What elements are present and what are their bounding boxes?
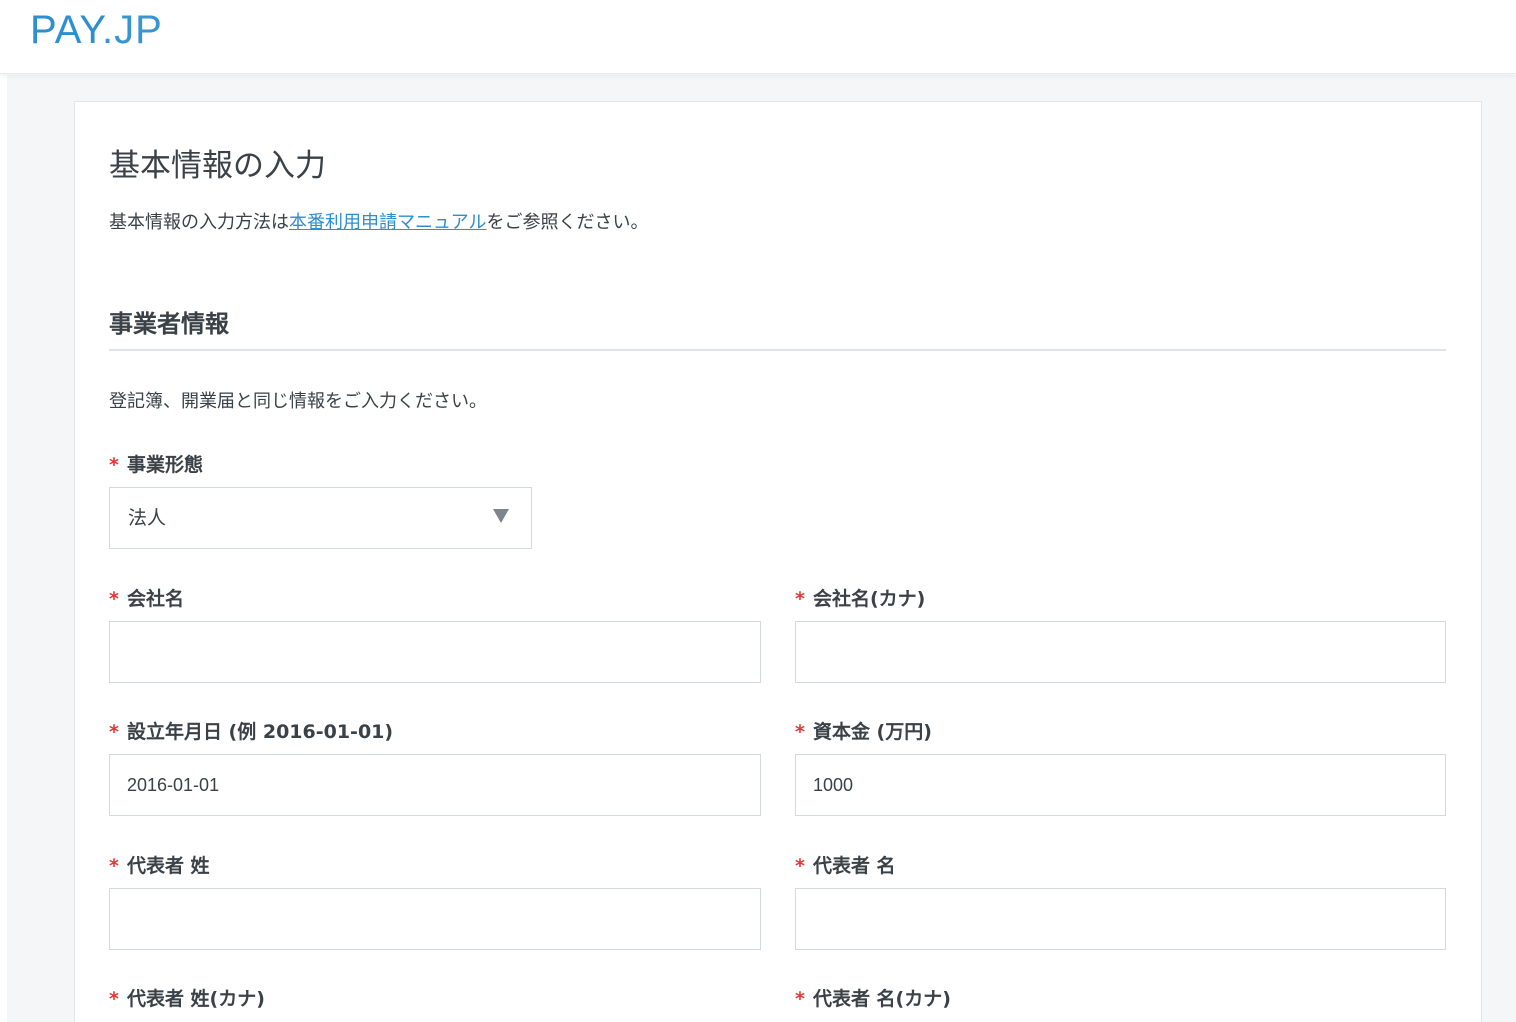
intro-prefix: 基本情報の入力方法は xyxy=(109,212,289,233)
required-mark: * xyxy=(795,588,805,610)
manual-link[interactable]: 本番利用申請マニュアル xyxy=(289,212,486,233)
company-name-label: * 会社名 xyxy=(109,587,184,611)
founded-date-label-text: 設立年月日 (例 2016-01-01) xyxy=(126,721,394,743)
capital-input[interactable] xyxy=(795,754,1446,816)
section-divider xyxy=(109,349,1446,351)
dropdown-arrow-icon xyxy=(493,509,509,523)
logo-text-pay: PAY xyxy=(30,8,102,52)
rep-first-name-label: * 代表者 名 xyxy=(795,854,896,878)
required-mark: * xyxy=(109,588,119,610)
required-mark: * xyxy=(109,721,119,743)
business-type-selected-value: 法人 xyxy=(128,507,167,529)
company-name-kana-input[interactable] xyxy=(795,621,1446,683)
rep-first-name-input[interactable] xyxy=(795,888,1446,950)
intro-suffix: をご参照ください。 xyxy=(486,212,649,233)
required-mark: * xyxy=(109,454,119,476)
intro-text: 基本情報の入力方法は本番利用申請マニュアルをご参照ください。 xyxy=(109,211,648,235)
rep-last-name-input[interactable] xyxy=(109,888,761,950)
required-mark: * xyxy=(795,721,805,743)
rep-first-name-kana-label: * 代表者 名(カナ) xyxy=(795,987,951,1011)
company-name-input[interactable] xyxy=(109,621,761,683)
rep-last-name-label: * 代表者 姓 xyxy=(109,854,210,878)
required-mark: * xyxy=(795,855,805,877)
rep-first-name-label-text: 代表者 名 xyxy=(812,855,896,877)
founded-date-input[interactable] xyxy=(109,754,761,816)
top-bar: PAY.JP xyxy=(0,0,1516,74)
capital-label: * 資本金 (万円) xyxy=(795,720,932,744)
company-name-label-text: 会社名 xyxy=(126,588,184,610)
logo-text-jp: .JP xyxy=(101,8,163,52)
business-type-label: * 事業形態 xyxy=(109,453,203,477)
section-description: 登記簿、開業届と同じ情報をご入力ください。 xyxy=(109,391,487,412)
company-name-kana-label-text: 会社名(カナ) xyxy=(812,588,926,610)
payjp-logo[interactable]: PAY.JP xyxy=(30,8,163,52)
company-name-kana-label: * 会社名(カナ) xyxy=(795,587,925,611)
required-mark: * xyxy=(109,855,119,877)
capital-label-text: 資本金 (万円) xyxy=(812,721,932,743)
business-type-select[interactable]: 法人 xyxy=(109,487,532,549)
business-type-label-text: 事業形態 xyxy=(126,454,203,476)
page-title: 基本情報の入力 xyxy=(109,148,326,184)
rep-last-name-kana-label: * 代表者 姓(カナ) xyxy=(109,987,265,1011)
required-mark: * xyxy=(795,988,805,1010)
rep-last-name-kana-label-text: 代表者 姓(カナ) xyxy=(126,988,265,1010)
rep-last-name-label-text: 代表者 姓 xyxy=(126,855,210,877)
section-title: 事業者情報 xyxy=(109,310,229,338)
rep-first-name-kana-label-text: 代表者 名(カナ) xyxy=(812,988,951,1010)
form-card xyxy=(74,101,1482,1022)
founded-date-label: * 設立年月日 (例 2016-01-01) xyxy=(109,720,393,744)
required-mark: * xyxy=(109,988,119,1010)
